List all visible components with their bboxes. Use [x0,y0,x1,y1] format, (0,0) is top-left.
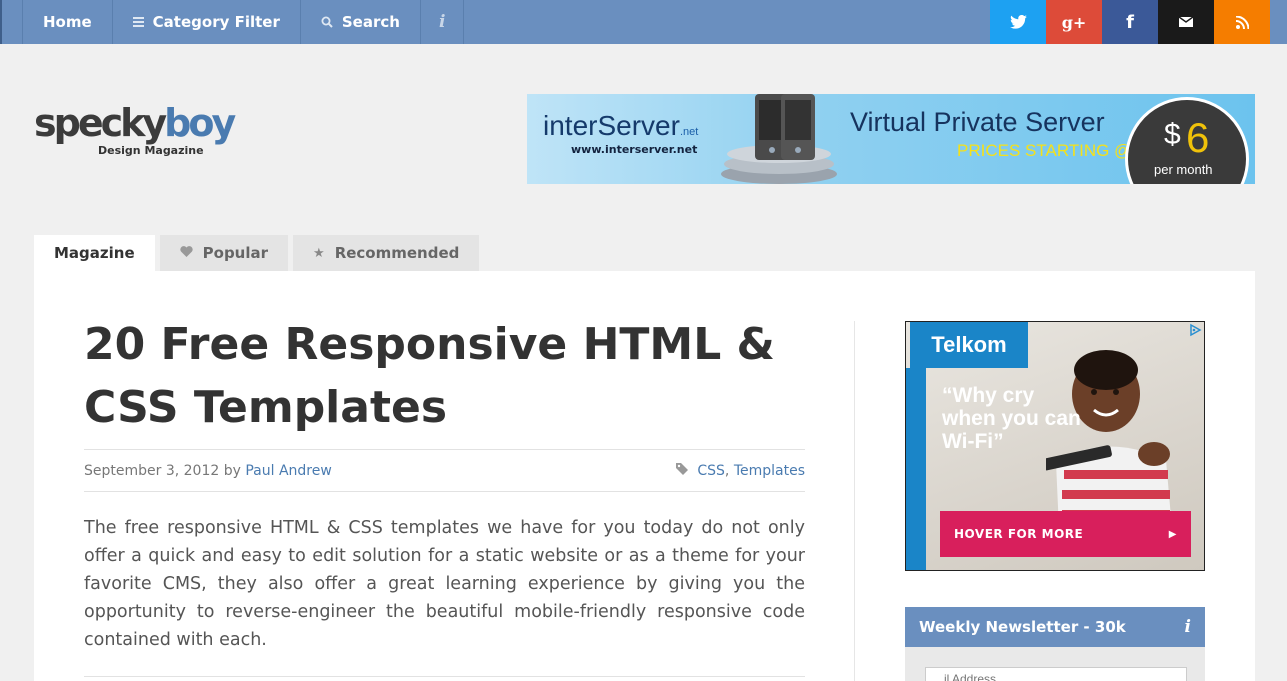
twitter-button[interactable] [990,0,1046,44]
nav-search[interactable]: Search [301,0,421,44]
ad-brand-strip [906,368,926,570]
tab-magazine[interactable]: Magazine [34,235,155,271]
banner-headline: Virtual Private Server [850,107,1105,137]
site-logo[interactable]: speckyboy Design Magazine [34,101,236,159]
tab-recommended[interactable]: ★ Recommended [293,235,480,271]
article-meta: September 3, 2012 by Paul Andrew CSS, Te… [84,449,805,492]
google-plus-button[interactable]: g+ [1046,0,1102,44]
nav-info-button[interactable]: i [421,0,465,44]
tag-icon [675,462,692,478]
banner-url: www.interserver.net [571,143,698,156]
tab-recommended-label: Recommended [334,244,460,262]
google-plus-icon: g+ [1061,12,1087,32]
nav-category-filter[interactable]: Category Filter [113,0,301,44]
newsletter-email-input[interactable] [925,667,1187,681]
author-link[interactable]: Paul Andrew [245,463,331,479]
tag-link-templates[interactable]: Templates [734,463,805,479]
price-currency: $ [1164,118,1181,151]
price-badge: $ 6 per month [1125,97,1249,184]
logo-tagline: Design Magazine [98,144,204,157]
article-tags: CSS, Templates [675,462,805,479]
envelope-icon [1179,17,1193,27]
column-divider [854,321,855,681]
banner-brand: interServer.net [543,110,699,141]
nav-home[interactable]: Home [23,0,113,44]
nav-home-label: Home [43,13,92,31]
menu-icon [132,17,144,27]
rss-button[interactable] [1214,0,1270,44]
price-period: per month [1154,162,1213,177]
article-excerpt: The free responsive HTML & CSS templates… [84,518,805,650]
chevron-right-icon: ▶ [1168,528,1177,540]
tab-popular-label: Popular [202,244,269,262]
ad-quote: “Why cry when you can Wi-Fi” [942,384,1081,453]
facebook-button[interactable]: f [1102,0,1158,44]
email-button[interactable] [1158,0,1214,44]
article-date: September 3, 2012 [84,462,220,479]
info-icon[interactable]: i [1185,617,1191,637]
facebook-icon: f [1126,11,1134,33]
main-nav: Home Category Filter Search i [22,0,465,44]
tag-separator: , [724,462,730,479]
newsletter-header: Weekly Newsletter - 30k i [905,607,1205,647]
tab-popular[interactable]: Popular [159,235,289,271]
heart-icon [179,245,193,261]
content-tabs: Magazine Popular ★ Recommended [34,235,484,271]
search-icon [321,16,333,28]
logo-wordmark: speckyboy [34,101,236,145]
byline-by: by [223,462,241,479]
banner-subline: PRICES STARTING @ [957,141,1132,160]
social-links: g+ f [990,0,1270,44]
price-amount: 6 [1186,114,1210,161]
nav-category-filter-label: Category Filter [152,13,280,31]
newsletter-title: Weekly Newsletter - 30k [919,618,1126,636]
top-nav-bar: Home Category Filter Search i g+ f [0,0,1287,44]
star-icon: ★ [313,245,325,261]
info-icon: i [438,12,446,32]
nav-search-label: Search [341,13,400,31]
tab-magazine-label: Magazine [54,244,135,262]
ad-cta-label: HOVER FOR MORE [954,527,1084,541]
server-illustration [721,94,837,184]
ad-brand-logo: Telkom [910,322,1028,368]
ad-cta-button[interactable]: HOVER FOR MORE ▶ [940,511,1191,557]
twitter-icon [1009,15,1027,29]
adchoices-icon[interactable] [1188,323,1202,337]
rss-icon [1235,15,1249,29]
article-divider [84,676,805,677]
sidebar-ad[interactable]: Telkom “Why cry when you can Wi-Fi” HOVE… [905,321,1205,571]
article-byline: September 3, 2012 by Paul Andrew [84,463,332,479]
article-title[interactable]: 20 Free Responsive HTML & CSS Templates [84,313,814,439]
banner-ad[interactable]: interServer.net www.interserver.net Virt… [527,94,1255,184]
tag-link-css[interactable]: CSS [697,463,725,479]
